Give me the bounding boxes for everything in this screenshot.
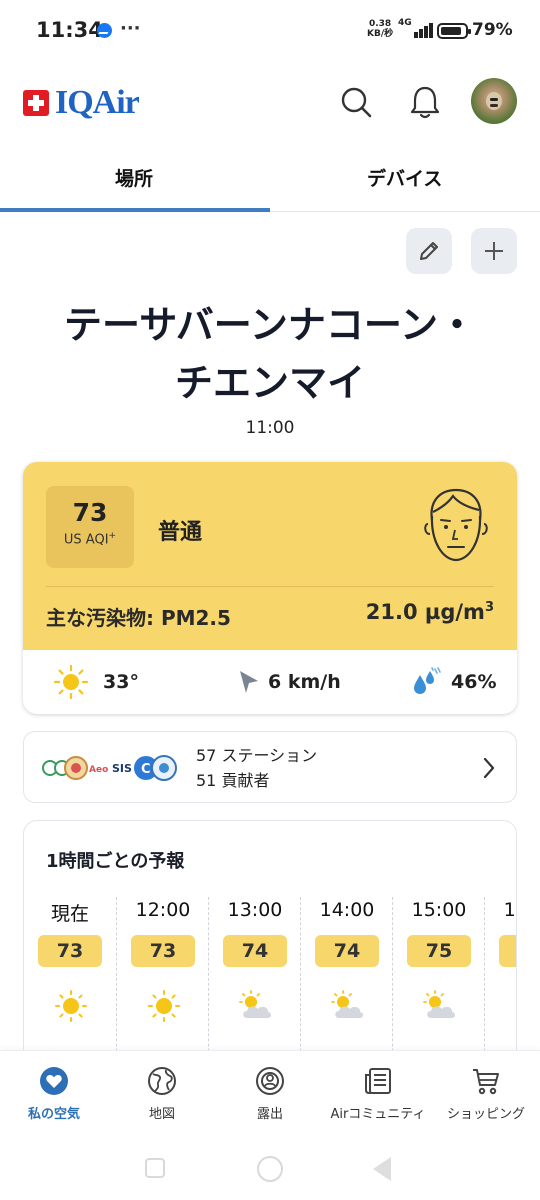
forecast-time: 現在 xyxy=(50,903,89,925)
partly-cloudy-icon xyxy=(239,990,271,1018)
pencil-icon xyxy=(420,242,438,260)
forecast-aqi-badge: 75 xyxy=(407,935,471,967)
battery-icon xyxy=(437,23,471,39)
forecast-aqi-badge: 74 xyxy=(315,935,379,967)
aqi-status: 普通 xyxy=(158,520,203,545)
aqi-badge: 73 US AQI+ xyxy=(46,486,134,568)
partly-cloudy-icon xyxy=(423,990,455,1018)
forecast-time: 12:00 xyxy=(135,899,191,921)
contributor-logos: Aeo SIS C xyxy=(42,755,177,781)
status-time: 11:34 xyxy=(36,18,103,42)
swiss-cross-icon xyxy=(23,90,49,116)
pollutant-concentration: 21.0 µg/m3 xyxy=(365,600,494,624)
forecast-time: 14:00 xyxy=(319,899,375,921)
tab-devices[interactable]: デバイス xyxy=(367,164,442,191)
avatar[interactable] xyxy=(471,78,517,124)
sun-icon xyxy=(513,989,517,1023)
sun-icon xyxy=(148,990,180,1022)
wind-direction-icon xyxy=(240,671,258,693)
more-notifications-icon: ··· xyxy=(120,18,141,39)
aqi-card[interactable]: 73 US AQI+ 普通 主な汚染物: PM2.5 21.0 µg/m3 33… xyxy=(23,462,517,714)
bottom-navigation: 私の空気 地図 露出 Airコミュニティ ショッピング xyxy=(0,1050,540,1140)
nav-air-community[interactable]: Airコミュニティ xyxy=(324,1065,432,1122)
svg-text:SIS: SIS xyxy=(112,762,132,775)
system-navigation-bar xyxy=(0,1140,540,1200)
back-button[interactable] xyxy=(373,1157,391,1181)
forecast-time: 13:00 xyxy=(227,899,283,921)
battery-percent: 79% xyxy=(472,20,513,40)
wind: 6 km/h xyxy=(236,650,341,714)
messenger-icon xyxy=(97,23,112,38)
tab-locations[interactable]: 場所 xyxy=(115,164,153,191)
aqi-value: 73 xyxy=(72,498,108,527)
forecast-aqi-badge xyxy=(499,935,516,967)
forecast-aqi-badge: 73 xyxy=(131,935,195,967)
edit-button[interactable] xyxy=(406,228,452,274)
heart-icon xyxy=(40,1067,68,1095)
exposure-icon xyxy=(256,1067,284,1095)
aqi-summary: 73 US AQI+ 普通 主な汚染物: PM2.5 21.0 µg/m3 xyxy=(23,462,517,650)
status-bar: 11:34 ··· 0.38 KB/秒 4G 79% xyxy=(0,0,540,62)
forecast-aqi-badge: 73 xyxy=(38,935,102,967)
hourly-forecast-card: 1時間ごとの予報 現在 73 12:00 73 13:00 74 14:00 7… xyxy=(23,820,517,1080)
stations-info: 57 ステーション 51 貢献者 xyxy=(196,743,317,793)
forecast-aqi-badge: 74 xyxy=(223,935,287,967)
sun-icon xyxy=(55,990,87,1022)
active-tab-indicator xyxy=(0,208,270,212)
humidity: 46% xyxy=(411,650,496,714)
news-icon xyxy=(365,1068,391,1094)
contributors-count: 51 貢献者 xyxy=(196,771,270,790)
logo-text: IQAir xyxy=(55,84,140,121)
weather-row: 33° 6 km/h 46% xyxy=(23,650,517,714)
sun-icon xyxy=(53,664,89,700)
aqi-divider xyxy=(46,586,494,587)
cart-icon xyxy=(473,1069,499,1095)
main-pollutant-label: 主な汚染物: PM2.5 xyxy=(46,606,231,630)
forecast-time: 15:00 xyxy=(411,899,467,921)
search-icon[interactable] xyxy=(336,82,376,122)
bell-icon[interactable] xyxy=(405,82,445,122)
location-device-tabs: 場所 デバイス xyxy=(0,150,540,212)
svg-text:Aeo: Aeo xyxy=(89,765,108,775)
moderate-face-icon xyxy=(424,488,488,562)
forecast-time: 16:00 xyxy=(503,899,516,921)
location-title: テーサバーンナコーン・ チエンマイ xyxy=(64,303,476,405)
stations-card[interactable]: Aeo SIS C 57 ステーション 51 貢献者 xyxy=(23,731,517,803)
plus-icon xyxy=(485,242,503,260)
nav-exposure[interactable]: 露出 xyxy=(216,1065,324,1122)
partly-cloudy-icon xyxy=(331,990,363,1018)
signal-icon xyxy=(408,22,433,38)
recent-apps-button[interactable] xyxy=(145,1158,165,1178)
nav-map[interactable]: 地図 xyxy=(108,1065,216,1122)
temperature: 33° xyxy=(53,650,139,714)
home-button[interactable] xyxy=(257,1156,283,1182)
iqair-logo: IQAir xyxy=(23,84,140,122)
globe-icon xyxy=(148,1067,176,1095)
aqi-unit: US AQI+ xyxy=(63,531,117,548)
network-speed: 0.38 KB/秒 xyxy=(367,19,394,39)
stations-count: 57 ステーション xyxy=(196,746,318,765)
chevron-right-icon xyxy=(483,757,495,779)
updated-time: 11:00 xyxy=(245,418,295,438)
forecast-title: 1時間ごとの予報 xyxy=(46,851,185,872)
svg-text:C: C xyxy=(141,762,151,777)
nav-shopping[interactable]: ショッピング xyxy=(432,1065,540,1122)
nav-my-air[interactable]: 私の空気 xyxy=(0,1065,108,1122)
humidity-icon xyxy=(414,667,441,694)
add-location-button[interactable] xyxy=(471,228,517,274)
